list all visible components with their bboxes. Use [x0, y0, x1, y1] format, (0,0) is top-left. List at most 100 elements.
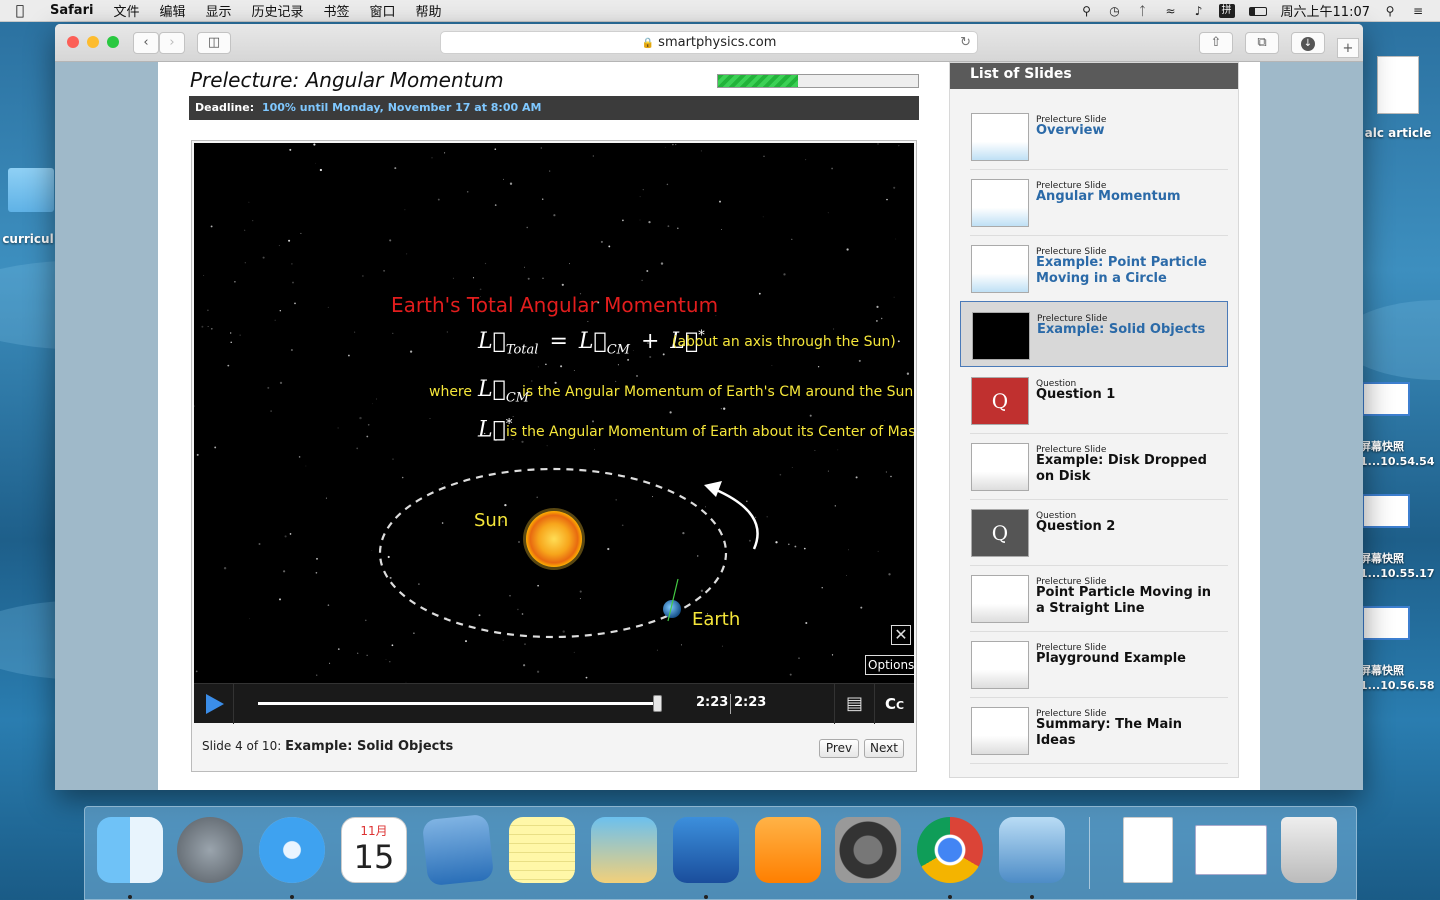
deadline-bar: Deadline: 100% until Monday, November 17… [189, 96, 919, 120]
item-separator [970, 763, 1228, 764]
spotlight-icon[interactable]: ⚲ [1382, 4, 1398, 18]
slide-list-item[interactable]: Prelecture Slide Point Particle Moving in… [960, 565, 1228, 632]
seek-bar-played [258, 702, 658, 705]
desktop-folder[interactable]: curricul [0, 168, 56, 246]
menu-view[interactable]: 显示 [195, 1, 241, 20]
menu-bookmarks[interactable]: 书签 [314, 1, 360, 20]
calendar-icon[interactable]: 11月 15 [341, 817, 407, 883]
notes-icon[interactable] [509, 817, 575, 883]
screenshot-thumb-1[interactable] [1362, 382, 1410, 416]
iphoto-icon[interactable] [591, 817, 657, 883]
web-content: Prelecture: Angular Momentum Deadline: 1… [55, 62, 1363, 790]
menu-edit[interactable]: 编辑 [149, 1, 195, 20]
close-window-button[interactable] [67, 36, 79, 48]
launchpad-icon[interactable] [177, 817, 243, 883]
screenshot-thumb-2[interactable] [1362, 494, 1410, 528]
back-button[interactable]: ‹ [133, 32, 159, 54]
total-time: 2:23 [734, 695, 767, 710]
system-preferences-icon[interactable] [835, 817, 901, 883]
slide-list-item[interactable]: Q Question Question 1 [960, 367, 1228, 434]
slide-list-item[interactable]: Q Question Question 2 [960, 499, 1228, 566]
chrome-running-dot [948, 895, 952, 899]
slide-thumbnail [971, 245, 1029, 293]
screenshot-label-2b: 1...10.55.17 [1360, 567, 1435, 580]
safari-running-dot [290, 895, 294, 899]
safari-icon[interactable] [259, 817, 325, 883]
apple-menu-icon[interactable]:  [0, 3, 40, 19]
question-thumbnail-icon: Q [971, 377, 1029, 425]
desktop-document-label: alc article [1364, 126, 1432, 140]
clock[interactable]: 周六上午11:07 [1281, 1, 1370, 20]
seek-bar[interactable] [258, 695, 662, 712]
screenshot-label-1b: 1...10.54.54 [1360, 455, 1435, 468]
image-viewer-icon[interactable] [999, 817, 1065, 883]
dictionary-running-dot [704, 895, 708, 899]
forward-button[interactable]: › [159, 32, 185, 54]
notification-center-icon[interactable]: ≡ [1410, 4, 1426, 18]
desktop-document[interactable]: alc article [1362, 56, 1434, 140]
slide-list-item[interactable]: Prelecture Slide Example: Solid Objects [960, 301, 1228, 367]
close-overlay-icon[interactable]: ✕ [891, 625, 911, 645]
new-tab-button[interactable]: + [1337, 38, 1359, 58]
preview-eagle-icon[interactable] [421, 813, 495, 887]
time-machine-icon[interactable]: ◷ [1107, 4, 1123, 18]
lecture-title: Prelecture: Angular Momentum [190, 68, 504, 92]
input-method-icon[interactable]: 拼 [1218, 3, 1235, 18]
orbit-diagram [378, 467, 759, 639]
zoom-window-button[interactable] [107, 36, 119, 48]
tabs-overview-icon[interactable]: ⧉ [1245, 32, 1279, 54]
share-icon[interactable]: ⇧ [1199, 32, 1233, 54]
slide-title: Summary: The Main Ideas [1036, 717, 1182, 748]
chrome-icon[interactable] [917, 817, 983, 883]
pages-icon[interactable] [755, 817, 821, 883]
dock: 11月 15 [84, 806, 1357, 900]
menu-history[interactable]: 历史记录 [241, 1, 313, 20]
slide-list-item[interactable]: Prelecture Slide Example: Point Particle … [960, 235, 1228, 302]
document-stack-icon[interactable] [1123, 817, 1173, 883]
reload-icon[interactable]: ↻ [960, 32, 971, 53]
next-button[interactable]: Next [864, 739, 904, 758]
screenshot-thumb-3[interactable] [1362, 606, 1410, 640]
slide-list-item[interactable]: Prelecture Slide Playground Example [960, 631, 1228, 698]
slide-thumbnail [971, 575, 1029, 623]
rotation-arrow [713, 487, 759, 550]
finder-icon[interactable] [97, 817, 163, 883]
bluetooth-icon[interactable]: ᛏ [1135, 4, 1151, 18]
trash-icon[interactable] [1281, 817, 1337, 883]
slide-caption: Slide 4 of 10: Example: Solid Objects [202, 739, 453, 754]
slide-caption-prefix: Slide 4 of 10: [202, 739, 282, 753]
menu-app-name[interactable]: Safari [40, 3, 103, 18]
play-triangle [206, 694, 224, 714]
slide-title: Angular Momentum [1036, 189, 1181, 204]
safari-window: ‹ › ◫ 🔒 smartphysics.com ↻ ⇧ ⧉ ↓ + Prele… [55, 24, 1363, 790]
volume-icon[interactable]: ♪ [1191, 4, 1207, 18]
image-viewer-running-dot [1030, 895, 1034, 899]
slide-list-item[interactable]: Prelecture Slide Example: Disk Dropped on… [960, 433, 1228, 500]
current-time: 2:23 [696, 695, 729, 710]
slide-list-item[interactable]: Prelecture Slide Summary: The Main Ideas [960, 697, 1228, 764]
search-lens-icon[interactable]: ⚲ [1079, 4, 1095, 18]
transcript-icon[interactable]: ▤ [834, 684, 874, 724]
deadline-label: Deadline: [195, 101, 255, 114]
menu-help[interactable]: 帮助 [406, 1, 452, 20]
address-bar[interactable]: 🔒 smartphysics.com ↻ [440, 31, 978, 54]
play-icon[interactable] [194, 684, 234, 724]
slide-title: Example: Solid Objects [1037, 322, 1206, 337]
minimize-window-button[interactable] [87, 36, 99, 48]
closed-captions-icon[interactable]: CC [874, 684, 914, 724]
options-button[interactable]: Options [865, 655, 914, 675]
prev-button[interactable]: Prev [819, 739, 859, 758]
slide-list-item[interactable]: Prelecture Slide Angular Momentum [960, 169, 1228, 236]
wifi-icon[interactable]: ≈ [1163, 4, 1179, 18]
slide-title: Example: Point Particle Moving in a Circ… [1036, 255, 1207, 286]
downloads-icon[interactable]: ↓ [1291, 32, 1325, 54]
battery-icon[interactable] [1247, 4, 1269, 18]
dictionary-icon[interactable] [673, 817, 739, 883]
slide-list-item[interactable]: Prelecture Slide Overview [960, 103, 1228, 170]
player-controls: 2:23 2:23 ▤ CC [194, 683, 914, 724]
sidebar-toggle-icon[interactable]: ◫ [197, 32, 231, 54]
screenshot-stack-icon[interactable] [1195, 825, 1267, 875]
menu-file[interactable]: 文件 [103, 1, 149, 20]
seek-handle[interactable] [653, 695, 662, 712]
menu-window[interactable]: 窗口 [360, 1, 406, 20]
